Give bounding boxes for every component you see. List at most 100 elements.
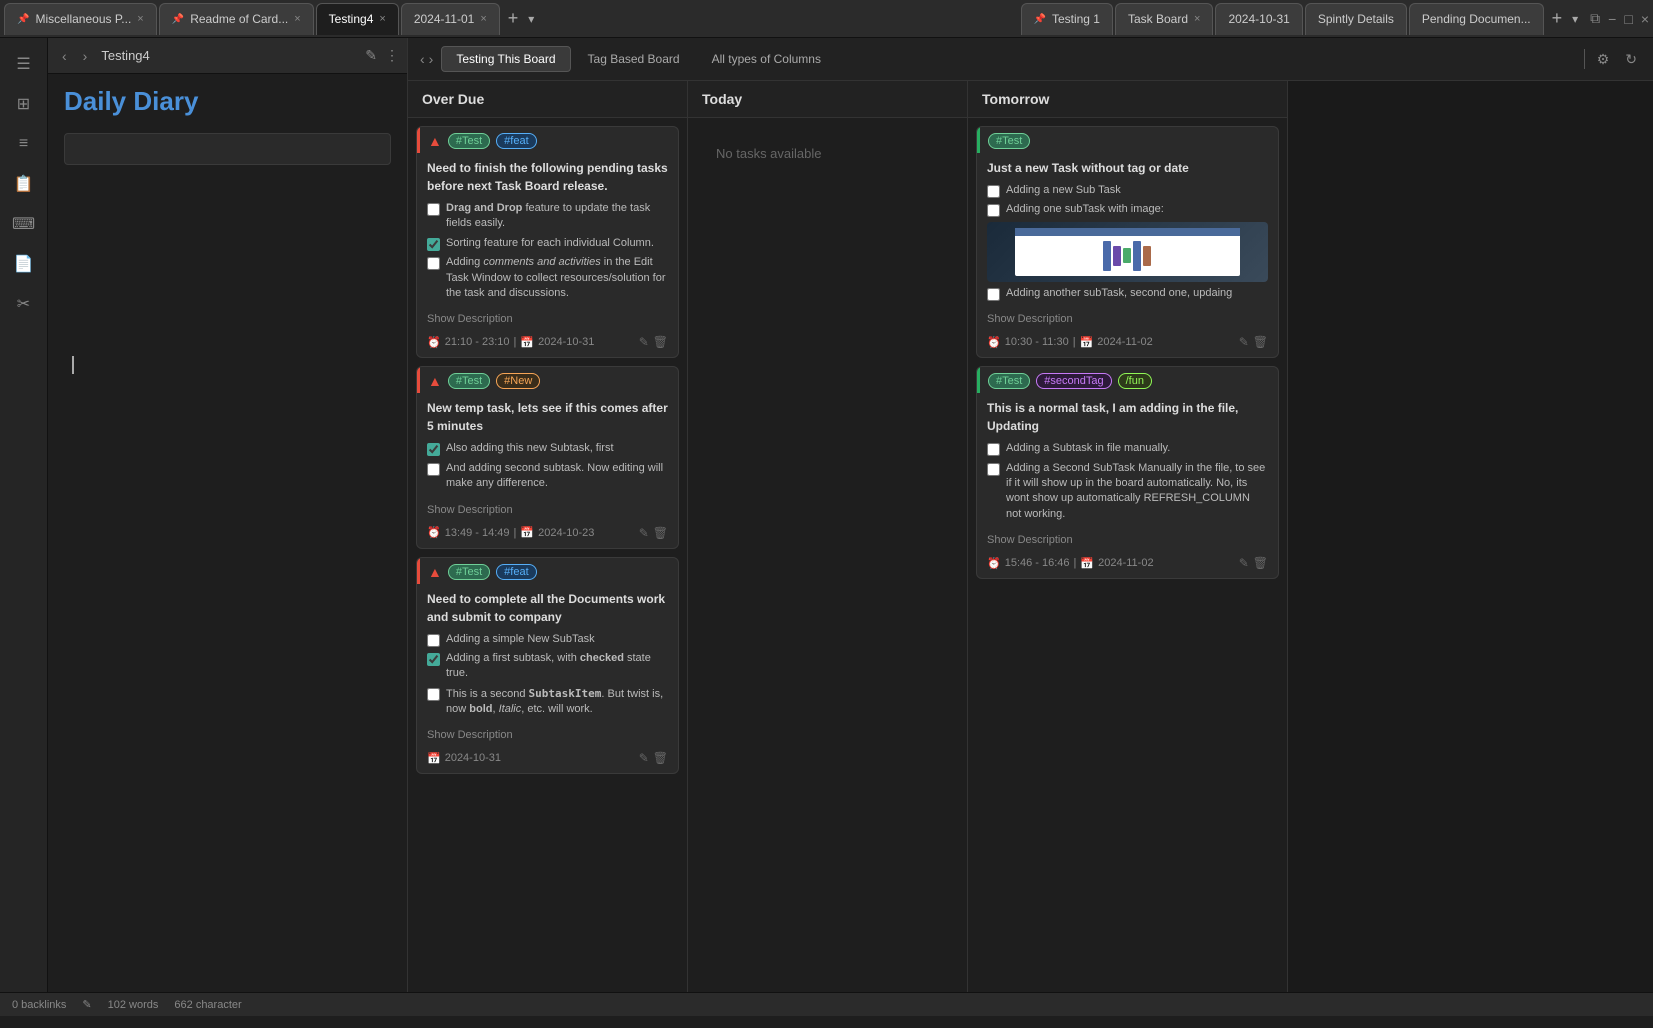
tab-overflow-button[interactable]: ▾ bbox=[524, 12, 538, 26]
task-footer: ⏰ 21:10 - 23:10 | 📅 2024-10-31 ✎ 🗑 bbox=[417, 331, 678, 357]
show-description[interactable]: Show Description bbox=[417, 502, 678, 522]
board-back-button[interactable]: ‹ bbox=[420, 51, 425, 67]
tab-label: Testing 1 bbox=[1052, 12, 1100, 26]
show-description[interactable]: Show Description bbox=[417, 311, 678, 331]
edit-task-button[interactable]: ✎ bbox=[639, 751, 649, 765]
subtask-checkbox[interactable] bbox=[427, 688, 440, 701]
subtask-checkbox[interactable] bbox=[427, 443, 440, 456]
sidebar-icon-list[interactable]: ≡ bbox=[6, 126, 42, 162]
tab-readme[interactable]: 📌 Readme of Card... × bbox=[159, 3, 314, 35]
split-view-button[interactable]: ⧉ bbox=[1590, 10, 1600, 27]
task-footer: ⏰ 15:46 - 16:46 | 📅 2024-11-02 ✎ 🗑 bbox=[977, 552, 1278, 578]
tab-all-types[interactable]: All types of Columns bbox=[697, 46, 836, 72]
tab-tag-based-board[interactable]: Tag Based Board bbox=[573, 46, 695, 72]
close-icon[interactable]: × bbox=[294, 13, 300, 25]
subtask: And adding second subtask. Now editing w… bbox=[427, 461, 668, 492]
tab-testing-this-board[interactable]: Testing This Board bbox=[441, 46, 570, 72]
toolbar-title: Testing4 bbox=[101, 48, 357, 63]
text-input-area[interactable] bbox=[64, 133, 391, 165]
subtask-checkbox[interactable] bbox=[427, 653, 440, 666]
delete-task-button[interactable]: 🗑 bbox=[653, 751, 668, 765]
tag-new[interactable]: #New bbox=[496, 373, 540, 389]
show-description[interactable]: Show Description bbox=[977, 311, 1278, 331]
edit-status[interactable]: ✎ bbox=[82, 998, 91, 1011]
delete-task-button[interactable]: 🗑 bbox=[1253, 556, 1268, 570]
sidebar-icon-terminal[interactable]: ⌨ bbox=[6, 206, 42, 242]
subtask: Drag and Drop feature to update the task… bbox=[427, 201, 668, 232]
right-panel: ‹ › Testing This Board Tag Based Board A… bbox=[408, 38, 1653, 992]
delete-task-button[interactable]: 🗑 bbox=[653, 335, 668, 349]
tag-secondtag[interactable]: #secondTag bbox=[1036, 373, 1111, 389]
tag-feat[interactable]: #feat bbox=[496, 133, 536, 149]
minimize-button[interactable]: − bbox=[1608, 11, 1616, 27]
status-bar: 0 backlinks ✎ 102 words 662 character bbox=[0, 992, 1653, 1016]
edit-task-button[interactable]: ✎ bbox=[639, 335, 649, 349]
subtask: Adding comments and activities in the Ed… bbox=[427, 255, 668, 301]
more-button[interactable]: ⋮ bbox=[385, 47, 399, 64]
tab-2024-10-31[interactable]: 2024-10-31 bbox=[1215, 3, 1302, 35]
clock-icon: ⏰ bbox=[987, 557, 1001, 570]
image-thumbnail bbox=[987, 222, 1268, 282]
maximize-button[interactable]: □ bbox=[1624, 11, 1632, 27]
show-description[interactable]: Show Description bbox=[977, 532, 1278, 552]
tag-test[interactable]: #Test bbox=[448, 373, 490, 389]
sidebar-icon-clipboard[interactable]: 📋 bbox=[6, 166, 42, 202]
edit-button[interactable]: ✎ bbox=[365, 47, 377, 64]
tab-2024-11-01[interactable]: 2024-11-01 × bbox=[401, 3, 500, 35]
task-date: 2024-10-31 bbox=[445, 752, 501, 764]
subtask-checkbox[interactable] bbox=[987, 443, 1000, 456]
close-icon[interactable]: × bbox=[379, 13, 385, 25]
tb-settings-button[interactable]: ⚙ bbox=[1593, 47, 1614, 72]
delete-task-button[interactable]: 🗑 bbox=[653, 526, 668, 540]
subtask-checkbox[interactable] bbox=[427, 238, 440, 251]
tab-label: Pending Documen... bbox=[1422, 12, 1531, 26]
subtask-checkbox[interactable] bbox=[987, 185, 1000, 198]
close-window-button[interactable]: × bbox=[1641, 11, 1649, 27]
subtask-checkbox[interactable] bbox=[987, 288, 1000, 301]
separator: | bbox=[514, 527, 517, 539]
tag-fun[interactable]: /fun bbox=[1118, 373, 1152, 389]
tab-overflow-button-2[interactable]: ▾ bbox=[1568, 12, 1582, 26]
subtask-checkbox[interactable] bbox=[987, 463, 1000, 476]
show-description[interactable]: Show Description bbox=[417, 727, 678, 747]
pin-icon: 📌 bbox=[17, 14, 29, 25]
new-tab-button[interactable]: + bbox=[502, 8, 525, 29]
sidebar-icon-grid[interactable]: ⊞ bbox=[6, 86, 42, 122]
tag-feat[interactable]: #feat bbox=[496, 564, 536, 580]
tab-taskboard[interactable]: Task Board × bbox=[1115, 3, 1213, 35]
sidebar-icon-scissors[interactable]: ✂ bbox=[6, 286, 42, 322]
tag-test[interactable]: #Test bbox=[448, 133, 490, 149]
board-forward-button[interactable]: › bbox=[429, 51, 434, 67]
close-icon[interactable]: × bbox=[137, 13, 143, 25]
subtask-checkbox[interactable] bbox=[427, 634, 440, 647]
task-footer: 📅 2024-10-31 ✎ 🗑 bbox=[417, 747, 678, 773]
tab-spintly[interactable]: Spintly Details bbox=[1305, 3, 1407, 35]
subtask-checkbox[interactable] bbox=[427, 463, 440, 476]
back-button[interactable]: ‹ bbox=[56, 46, 73, 66]
tab-pending[interactable]: Pending Documen... bbox=[1409, 3, 1544, 35]
edit-task-button[interactable]: ✎ bbox=[1239, 335, 1249, 349]
forward-button[interactable]: › bbox=[77, 46, 94, 66]
subtask-checkbox[interactable] bbox=[427, 203, 440, 216]
words-label: 102 words bbox=[108, 999, 159, 1011]
new-tab-button-2[interactable]: + bbox=[1546, 8, 1569, 29]
tag-test[interactable]: #Test bbox=[448, 564, 490, 580]
tb-refresh-button[interactable]: ↻ bbox=[1621, 47, 1641, 72]
tab-label: Testing4 bbox=[329, 12, 374, 26]
subtask-checkbox[interactable] bbox=[987, 204, 1000, 217]
delete-task-button[interactable]: 🗑 bbox=[1253, 335, 1268, 349]
subtask-checkbox[interactable] bbox=[427, 257, 440, 270]
edit-task-button[interactable]: ✎ bbox=[639, 526, 649, 540]
tag-test[interactable]: #Test bbox=[988, 133, 1030, 149]
tab-label: Readme of Card... bbox=[190, 12, 288, 26]
tab-testing1[interactable]: 📌 Testing 1 bbox=[1021, 3, 1113, 35]
tab-testing4[interactable]: Testing4 × bbox=[316, 3, 399, 35]
close-icon[interactable]: × bbox=[1194, 13, 1200, 25]
tab-miscellaneous[interactable]: 📌 Miscellaneous P... × bbox=[4, 3, 157, 35]
close-icon[interactable]: × bbox=[480, 13, 486, 25]
tag-test[interactable]: #Test bbox=[988, 373, 1030, 389]
sidebar-icon-menu[interactable]: ☰ bbox=[6, 46, 42, 82]
sidebar-icon-page[interactable]: 📄 bbox=[6, 246, 42, 282]
edit-task-button[interactable]: ✎ bbox=[1239, 556, 1249, 570]
left-panel-body: Daily Diary bbox=[48, 74, 407, 992]
